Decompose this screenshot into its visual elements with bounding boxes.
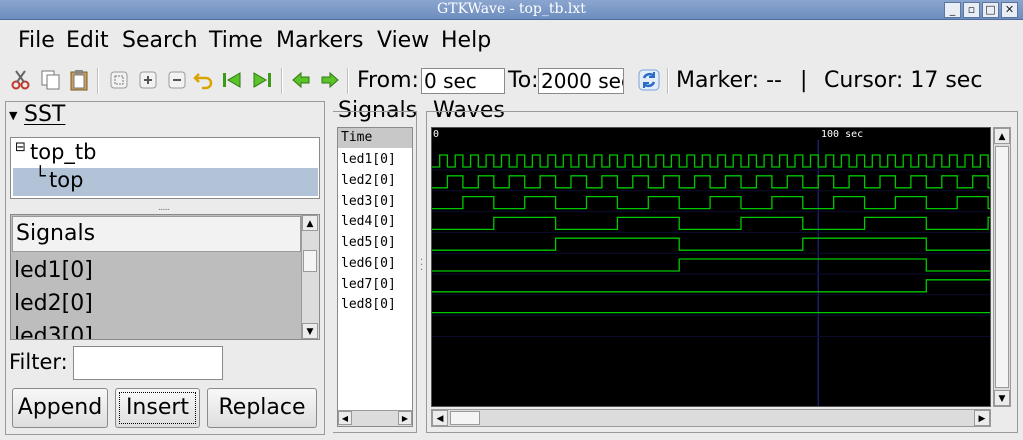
scroll-left-icon[interactable]: ◀ (338, 411, 352, 425)
hierarchy-tree[interactable]: ⊟ top_tb └ top (10, 137, 320, 199)
menu-view[interactable]: View (377, 28, 429, 53)
cursor-readout: Cursor: 17 sec (824, 68, 983, 93)
scroll-up-icon[interactable]: ▲ (994, 128, 1010, 144)
signal-name[interactable]: led1[0] (341, 152, 396, 167)
sst-signal-list[interactable]: Signals led1[0] led2[0] led3[0] ▲ ▼ (10, 214, 320, 340)
signal-name[interactable]: led3[0] (341, 194, 396, 209)
menu-edit[interactable]: Edit (66, 28, 109, 53)
signal-name[interactable]: led6[0] (341, 256, 396, 271)
waveform-led40[interactable] (432, 216, 991, 231)
restore-button[interactable]: ▫ (963, 2, 980, 18)
replace-button[interactable]: Replace (207, 388, 317, 428)
scroll-left-icon[interactable]: ◀ (432, 410, 448, 426)
signal-name[interactable]: led4[0] (341, 214, 396, 229)
to-input[interactable]: 2000 sec (538, 68, 624, 94)
scroll-thumb[interactable] (450, 411, 480, 425)
waveform-led10[interactable] (432, 154, 991, 168)
signals-column-header[interactable]: Signals (12, 216, 301, 252)
menu-file[interactable]: File (18, 28, 55, 53)
waveform-view[interactable]: 0 100 sec (431, 127, 991, 407)
toolbar-separator (97, 68, 99, 94)
signals-hscrollbar[interactable]: ◀ ▶ (338, 410, 412, 426)
scroll-down-icon[interactable]: ▼ (994, 390, 1010, 406)
waveform-canvas[interactable]: 0 100 sec (432, 128, 991, 407)
copy-icon[interactable] (39, 68, 63, 92)
menu-search[interactable]: Search (122, 28, 198, 53)
waveform-led30[interactable] (432, 195, 991, 210)
waves-vscrollbar[interactable]: ▲ ▼ (993, 127, 1011, 407)
menu-bar: File Edit Search Time Markers View Help (0, 20, 1023, 60)
append-button[interactable]: Append (12, 388, 108, 428)
zoom-out-icon[interactable] (165, 68, 189, 92)
time-row: Time (338, 128, 412, 148)
tree-item-top-tb[interactable]: top_tb (30, 140, 96, 164)
toolbar: From: 0 sec To: 2000 sec Marker: -- | Cu… (0, 62, 1023, 100)
prev-icon[interactable] (289, 68, 313, 92)
list-item[interactable]: led3[0] (14, 321, 299, 339)
tree-branch-line: └ (35, 166, 46, 187)
waveform-led60[interactable] (432, 258, 991, 272)
sst-title[interactable]: SST (24, 102, 65, 127)
minimize-button[interactable]: _ (944, 2, 961, 18)
menu-time[interactable]: Time (209, 28, 263, 53)
scroll-thumb[interactable] (303, 250, 317, 272)
from-label: From: (357, 68, 419, 93)
list-item[interactable]: led1[0] (14, 255, 299, 287)
close-button[interactable]: ✕ (1001, 2, 1018, 18)
undo-icon[interactable] (192, 68, 216, 92)
time-label-zero: 0 (433, 129, 439, 140)
readout-separator: | (800, 68, 808, 93)
filter-label: Filter: (9, 350, 68, 374)
cut-icon[interactable] (9, 68, 33, 92)
toolbar-separator (347, 68, 349, 94)
pane-resize-grip[interactable]: ...... (158, 203, 170, 213)
maximize-button[interactable]: □ (982, 2, 999, 18)
waveform-led50[interactable] (432, 237, 991, 251)
next-icon[interactable] (318, 68, 342, 92)
toolbar-separator (281, 68, 283, 94)
waveform-led80[interactable] (432, 301, 991, 314)
paste-icon[interactable] (67, 68, 91, 92)
signal-name[interactable]: led8[0] (341, 297, 396, 312)
signal-name[interactable]: led7[0] (341, 277, 396, 292)
menu-markers[interactable]: Markers (276, 28, 364, 53)
from-input[interactable]: 0 sec (421, 68, 505, 94)
waveform-led70[interactable] (432, 279, 991, 293)
to-label: To: (508, 68, 539, 93)
list-item[interactable]: led2[0] (14, 288, 299, 320)
pane-resize-grip[interactable]: · · · (420, 256, 423, 276)
toolbar-separator (667, 68, 669, 94)
waveform-led20[interactable] (432, 175, 991, 189)
signals-list[interactable]: Time led1[0] led2[0] led3[0] led4[0] led… (337, 127, 413, 427)
title-bar: GTKWave - top_tb.lxt _ ▫ □ ✕ (0, 0, 1023, 20)
time-label-100: 100 sec (821, 129, 863, 140)
scroll-right-icon[interactable]: ▶ (974, 410, 990, 426)
signal-name[interactable]: led2[0] (341, 173, 396, 188)
expander-arrow-icon[interactable]: ▼ (9, 109, 17, 122)
window-title: GTKWave - top_tb.lxt (437, 1, 586, 17)
insert-button[interactable]: Insert (115, 388, 200, 428)
go-end-icon[interactable] (250, 68, 274, 92)
filter-input[interactable] (73, 346, 223, 380)
tree-item-top[interactable]: top (49, 168, 83, 192)
go-start-icon[interactable] (220, 68, 244, 92)
menu-help[interactable]: Help (441, 28, 491, 53)
zoom-fit-icon[interactable] (107, 68, 131, 92)
scroll-thumb[interactable] (995, 146, 1009, 388)
scroll-down-icon[interactable]: ▼ (302, 323, 318, 339)
scroll-right-icon[interactable]: ▶ (398, 411, 412, 425)
marker-readout: Marker: -- (676, 68, 782, 93)
reload-icon[interactable] (637, 68, 661, 92)
signal-list-scrollbar[interactable]: ▲ ▼ (301, 215, 319, 339)
waves-hscrollbar[interactable]: ◀ ▶ (431, 409, 991, 427)
scroll-up-icon[interactable]: ▲ (302, 215, 318, 231)
signal-name[interactable]: led5[0] (341, 235, 396, 250)
tree-collapse-icon[interactable]: ⊟ (15, 140, 26, 155)
zoom-in-icon[interactable] (136, 68, 160, 92)
